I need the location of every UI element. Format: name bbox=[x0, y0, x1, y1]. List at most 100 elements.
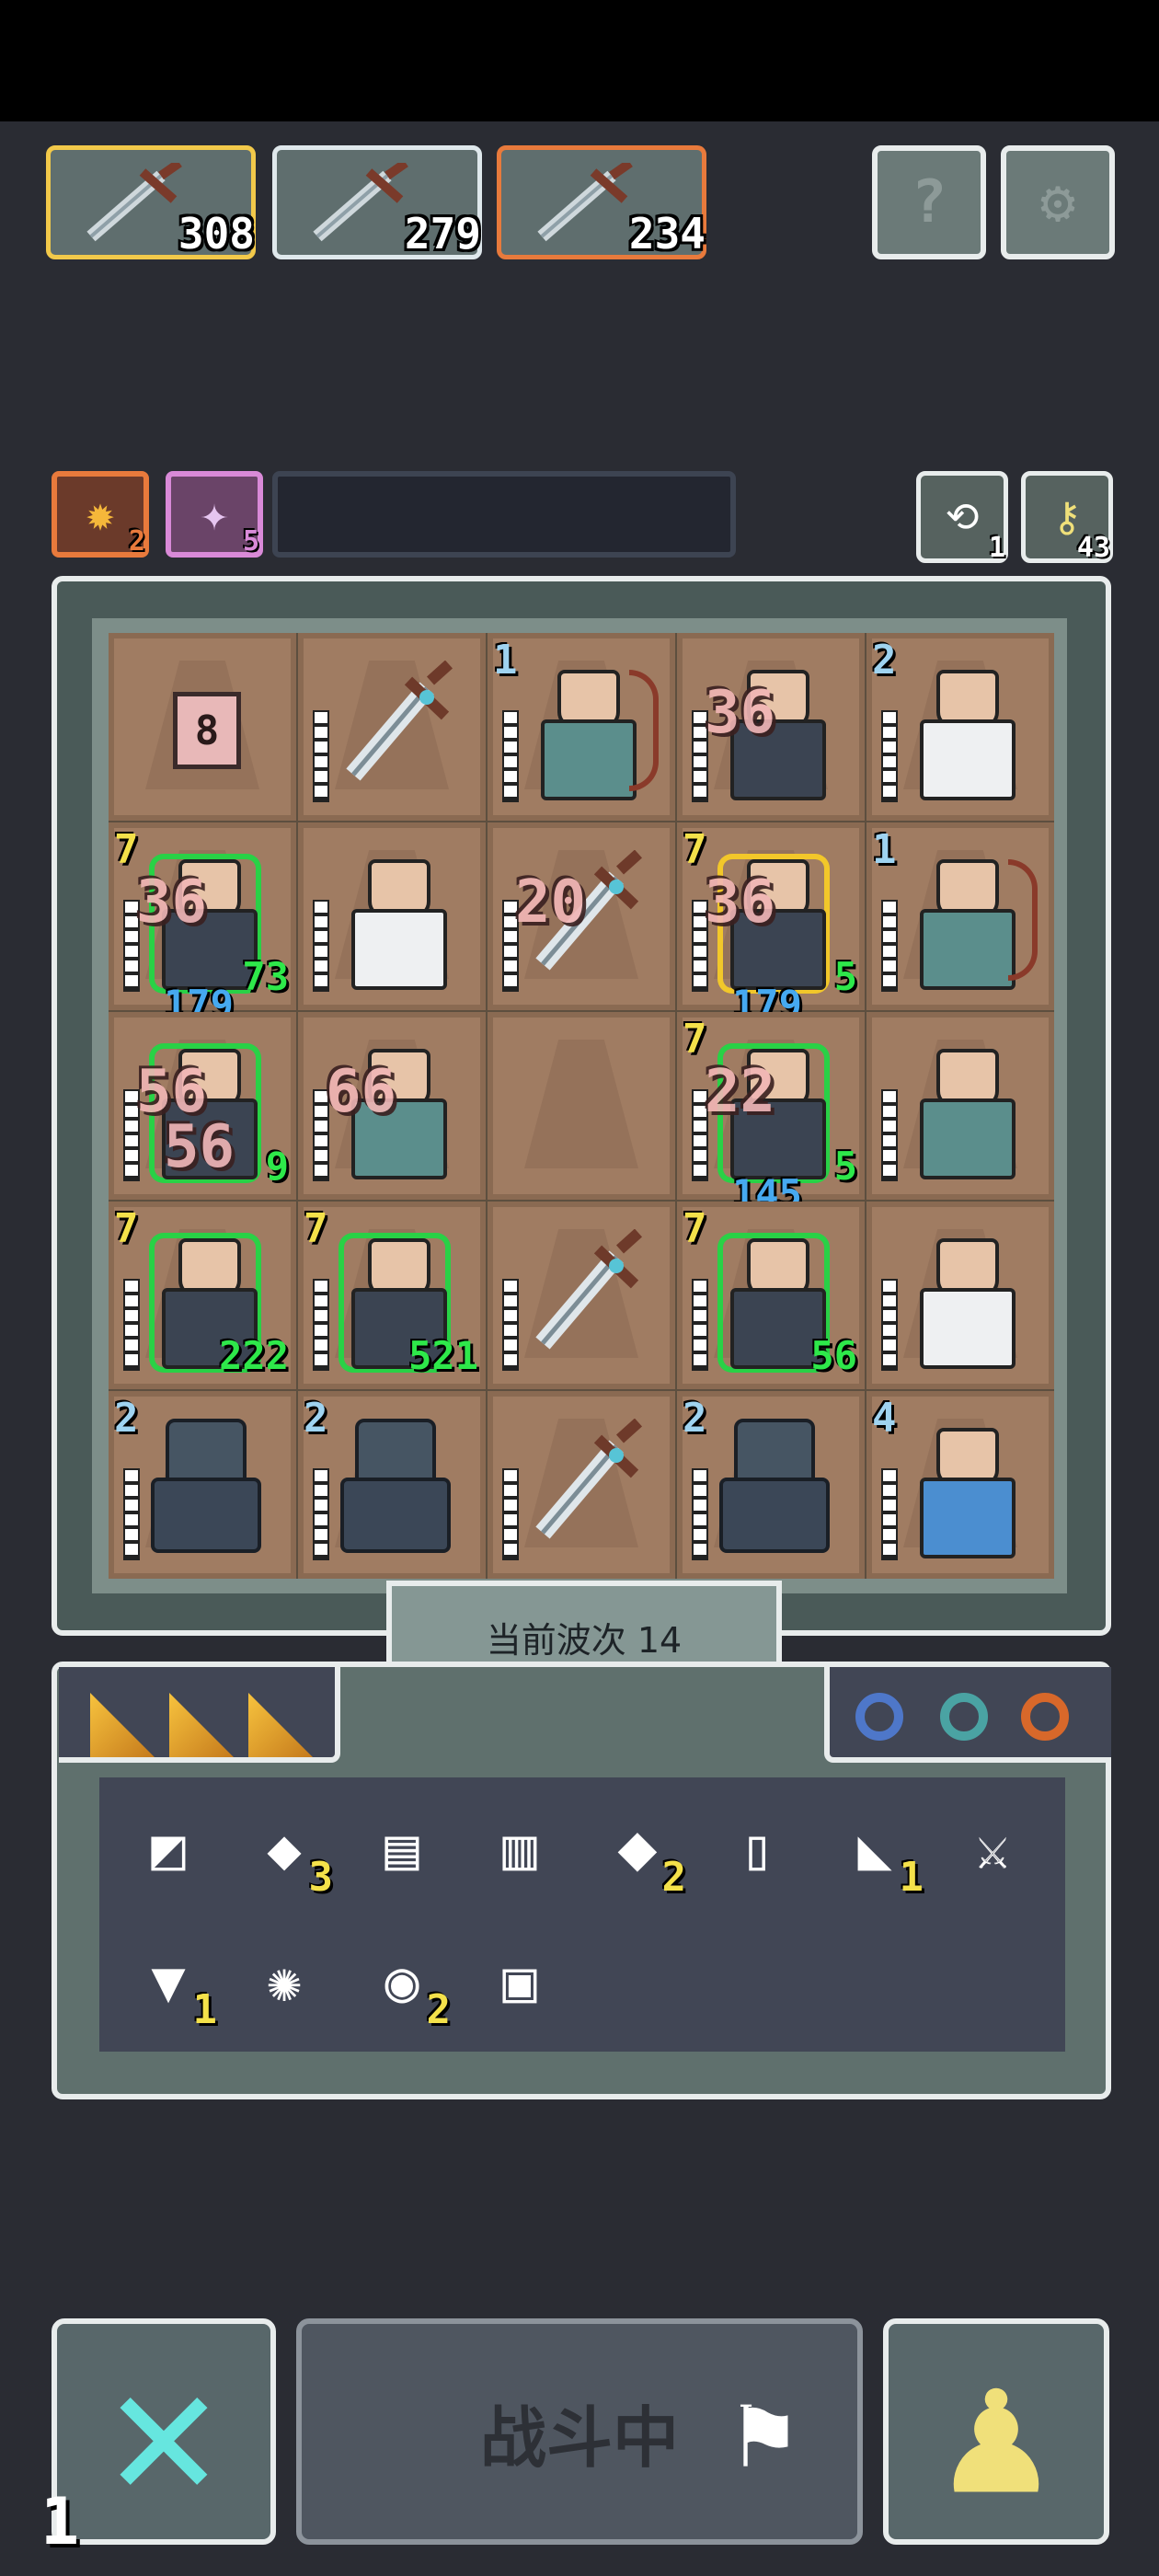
sword-icon bbox=[535, 1229, 643, 1350]
unit-level: 7 bbox=[683, 826, 707, 873]
ring-icon[interactable] bbox=[1021, 1693, 1069, 1741]
board-cell[interactable] bbox=[488, 1391, 675, 1579]
inventory-item[interactable]: ▤ bbox=[359, 1805, 445, 1892]
boot-icon: ◣ bbox=[857, 1814, 892, 1882]
inventory-item[interactable]: ⚔ bbox=[949, 1805, 1036, 1892]
refresh-count: 1 bbox=[988, 532, 1005, 564]
board-cell[interactable]: 56 56 9 bbox=[109, 1012, 296, 1200]
board-cell[interactable]: 7 222 bbox=[109, 1202, 296, 1389]
shell-icon: ◉ bbox=[384, 1947, 419, 2015]
pawn-button[interactable]: ♟ bbox=[883, 2318, 1109, 2545]
key-button[interactable]: ⚷ 43 bbox=[1021, 471, 1113, 564]
buff-count: 5 bbox=[242, 525, 259, 558]
hero-unit bbox=[912, 1428, 1016, 1558]
inventory-item[interactable]: ◩ bbox=[125, 1805, 212, 1892]
unit-stat-green: 73 bbox=[242, 954, 289, 999]
weapon-slot[interactable]: 279 bbox=[272, 145, 482, 259]
hp-bar bbox=[502, 1279, 519, 1371]
board-cell[interactable] bbox=[488, 1012, 675, 1200]
mirror-icon: ▣ bbox=[502, 1947, 537, 2015]
hero-unit bbox=[723, 1238, 826, 1369]
buff-sunflower[interactable]: ✹ 2 bbox=[52, 471, 149, 558]
board-cell[interactable]: 7 36 5 179 bbox=[677, 822, 865, 1027]
scroll-box-icon: ▤ bbox=[384, 1814, 419, 1882]
board-cell[interactable]: 7 36 73 179 bbox=[109, 822, 296, 1027]
inventory-item[interactable]: ▣ bbox=[476, 1938, 563, 2024]
hero-unit bbox=[344, 859, 447, 990]
unit-stat-green: 56 bbox=[810, 1333, 857, 1378]
cauldron-icon: ▥ bbox=[502, 1814, 537, 1882]
hero-body bbox=[920, 1098, 1016, 1179]
weapon-power: 279 bbox=[404, 209, 481, 259]
wheel-icon: ✺ bbox=[267, 1947, 302, 2015]
item-quantity: 2 bbox=[661, 1854, 687, 1901]
buff-count: 2 bbox=[128, 525, 145, 558]
board-cell[interactable]: 2 bbox=[866, 633, 1054, 821]
board-cell[interactable]: 7 521 bbox=[298, 1202, 486, 1389]
help-button[interactable]: ? bbox=[872, 145, 986, 259]
board-cell[interactable]: 8 bbox=[109, 633, 296, 821]
board-cell[interactable] bbox=[488, 1202, 675, 1389]
unit-level: 1 bbox=[872, 826, 897, 873]
key-count: 43 bbox=[1076, 532, 1110, 564]
buff-bar bbox=[272, 471, 736, 558]
hp-bar bbox=[692, 1468, 708, 1560]
ring-icon[interactable] bbox=[855, 1693, 903, 1741]
board-cell[interactable] bbox=[866, 1012, 1054, 1200]
inventory-item[interactable]: ▥ bbox=[476, 1805, 563, 1892]
board-cell[interactable] bbox=[298, 633, 486, 821]
settings-button[interactable]: ⚙ bbox=[1001, 145, 1115, 259]
inventory-item[interactable]: ▯ bbox=[714, 1805, 800, 1892]
board-cell[interactable]: 1 bbox=[488, 633, 675, 821]
board-cell[interactable]: 66 bbox=[298, 1012, 486, 1200]
weapon-slot[interactable]: 308 bbox=[46, 145, 256, 259]
refresh-button[interactable]: ⟲ 1 bbox=[916, 471, 1008, 564]
board-cell[interactable]: 20 bbox=[488, 822, 675, 1010]
damage-number: 56 bbox=[164, 1113, 235, 1181]
damage-number: 36 bbox=[705, 868, 776, 937]
hero-body bbox=[920, 1478, 1016, 1558]
bow-icon bbox=[1008, 859, 1038, 981]
crystal-icon: ⬥ bbox=[617, 1814, 658, 1881]
hp-bar bbox=[502, 710, 519, 802]
hp-bar bbox=[881, 1468, 898, 1560]
inventory-item[interactable]: ◣ 1 bbox=[832, 1805, 924, 1902]
cell-pattern bbox=[524, 1040, 638, 1168]
cancel-button[interactable]: ✕ bbox=[52, 2318, 276, 2545]
ring-icon[interactable] bbox=[940, 1693, 988, 1741]
board-cell[interactable]: 2 bbox=[677, 1391, 865, 1579]
board-cell[interactable]: 2 bbox=[109, 1391, 296, 1579]
board-cell[interactable] bbox=[866, 1202, 1054, 1389]
hero-unit bbox=[912, 859, 1016, 990]
inventory-item[interactable]: ⬥ 2 bbox=[594, 1805, 686, 1901]
board-cell[interactable]: 7 22 5 145 bbox=[677, 1012, 865, 1216]
item-quantity: 1 bbox=[899, 1854, 924, 1901]
board-cell[interactable]: 2 bbox=[298, 1391, 486, 1579]
board-cell[interactable]: 7 56 bbox=[677, 1202, 865, 1389]
damage-number: 36 bbox=[705, 679, 776, 747]
unit-level: 7 bbox=[304, 1205, 328, 1252]
battle-button[interactable]: 战斗中 ⚑ bbox=[296, 2318, 863, 2545]
hp-bar bbox=[881, 1279, 898, 1371]
hp-bar bbox=[692, 1279, 708, 1371]
status-bar bbox=[0, 0, 1159, 121]
board-cell[interactable]: 1 bbox=[866, 822, 1054, 1010]
inventory-item[interactable]: ▼ 1 bbox=[125, 1938, 217, 2034]
speed-indicator[interactable]: 1 bbox=[40, 2484, 79, 2559]
hero-unit bbox=[534, 670, 637, 800]
board-cell[interactable] bbox=[298, 822, 486, 1010]
damage-number: 66 bbox=[326, 1058, 397, 1126]
hero-body bbox=[351, 909, 447, 990]
weapon-slot[interactable]: 234 bbox=[497, 145, 706, 259]
damage-number: 22 bbox=[705, 1058, 776, 1126]
inventory-item[interactable]: ◉ 2 bbox=[359, 1938, 451, 2034]
buff-star[interactable]: ✦ 5 bbox=[166, 471, 263, 558]
board-cell[interactable]: 36 bbox=[677, 633, 865, 821]
item-quantity: 1 bbox=[192, 1986, 218, 2033]
hp-bar bbox=[502, 1468, 519, 1560]
hp-bar bbox=[123, 1468, 140, 1560]
hero-body bbox=[541, 719, 637, 800]
board-cell[interactable]: 4 bbox=[866, 1391, 1054, 1579]
inventory-item[interactable]: ◆ 3 bbox=[241, 1805, 333, 1902]
inventory-item[interactable]: ✺ bbox=[241, 1938, 327, 2024]
